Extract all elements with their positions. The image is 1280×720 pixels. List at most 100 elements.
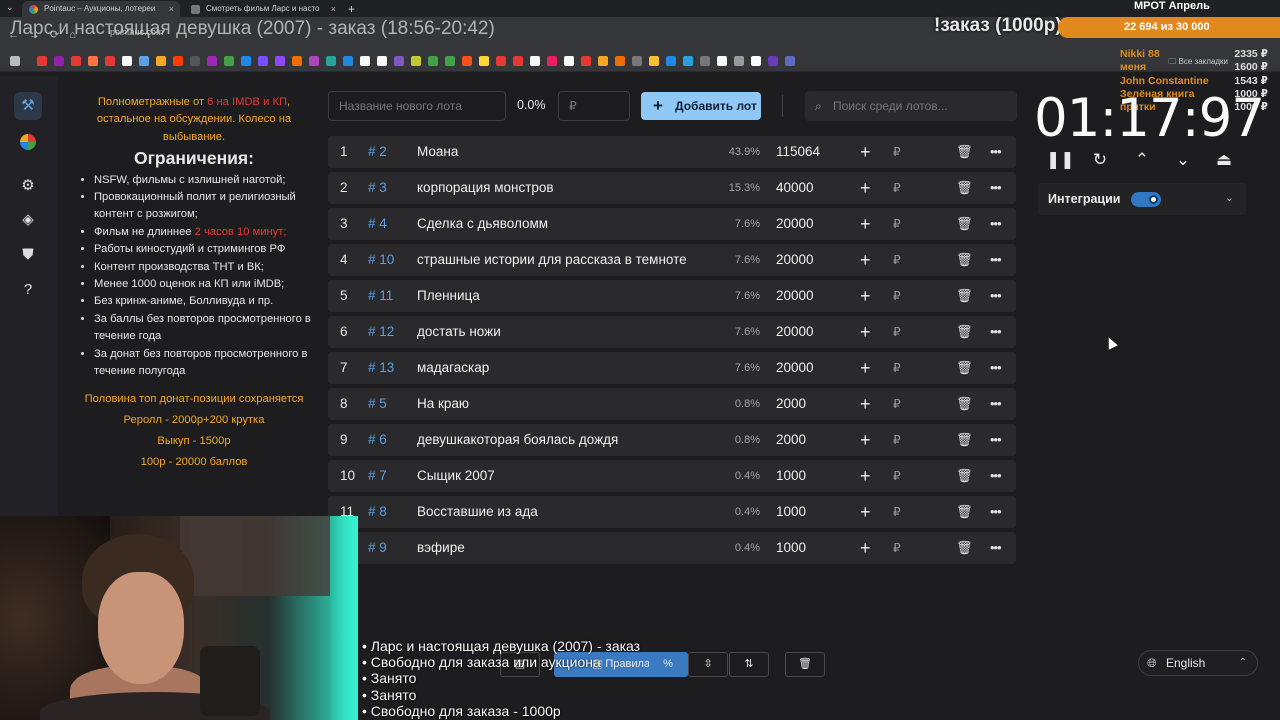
add-amount-button[interactable]: + [860, 532, 871, 564]
lot-name[interactable]: Моана [417, 136, 458, 168]
lot-name[interactable]: Сделка с дьяволомм [417, 208, 548, 240]
chevron-down-icon[interactable]: ⌄ [1225, 191, 1234, 204]
bookmark-icon[interactable] [275, 56, 285, 66]
wheel-icon[interactable] [14, 128, 42, 156]
integrations-toggle[interactable] [1131, 192, 1161, 207]
lot-name[interactable]: страшные истории для рассказа в темноте [417, 244, 687, 276]
more-icon[interactable]: ••• [990, 208, 1002, 240]
bookmark-icon[interactable] [445, 56, 455, 66]
bookmark-icon[interactable] [751, 56, 761, 66]
bookmark-icon[interactable] [139, 56, 149, 66]
currency-input[interactable]: ₽ [893, 244, 901, 276]
trash-icon[interactable]: 🗑︎ [956, 316, 973, 348]
bookmark-icon[interactable] [292, 56, 302, 66]
bookmark-icon[interactable] [105, 56, 115, 66]
currency-input[interactable]: ₽ [893, 352, 901, 384]
lot-amount[interactable]: 115064 [776, 136, 820, 168]
bookmark-icon[interactable] [581, 56, 591, 66]
more-icon[interactable]: ••• [990, 496, 1002, 528]
apps-grid-icon[interactable] [10, 56, 20, 66]
bookmark-icon[interactable] [615, 56, 625, 66]
lot-row[interactable]: 4 # 10 страшные истории для рассказа в тем… [328, 244, 1016, 276]
bookmark-icon[interactable] [224, 56, 234, 66]
bookmark-icon[interactable] [496, 56, 506, 66]
lot-row[interactable]: 7 # 13 мадагаскар 7.6% 20000 + ₽ 🗑︎ ••• [328, 352, 1016, 384]
bookmark-icon[interactable] [717, 56, 727, 66]
lot-search-input[interactable]: ⌕ Поиск среди лотов... [805, 91, 1017, 121]
bookmark-icon[interactable] [37, 56, 47, 66]
chevron-up-icon[interactable]: ⌃ [1130, 150, 1154, 170]
bookmark-icon[interactable] [377, 56, 387, 66]
bookmark-icon[interactable] [666, 56, 676, 66]
chevron-down-icon[interactable]: ⌄ [1171, 150, 1195, 170]
lot-amount[interactable]: 20000 [776, 280, 814, 312]
sort-icon[interactable]: ⇅ [729, 652, 769, 677]
lot-name[interactable]: мадагаскар [417, 352, 489, 384]
eject-icon[interactable]: ⏏ [1212, 150, 1236, 170]
bookmark-icon[interactable] [785, 56, 795, 66]
language-select[interactable]: 🌐︎ English ⌃ [1138, 650, 1258, 676]
add-amount-button[interactable]: + [860, 388, 871, 420]
tab-movie[interactable]: Смотреть фильм Ларс и насто × [184, 1, 342, 17]
close-tab-icon[interactable]: × [331, 1, 336, 17]
bookmark-icon[interactable] [88, 56, 98, 66]
more-icon[interactable]: ••• [990, 136, 1002, 168]
integrations-panel[interactable]: Интеграции ⌄ [1038, 183, 1246, 215]
currency-input[interactable]: ₽ [893, 136, 901, 168]
lot-row[interactable]: 10 # 7 Сыщик 2007 0.4% 1000 + ₽ 🗑︎ ••• [328, 460, 1016, 492]
trash-icon[interactable]: 🗑︎ [956, 208, 973, 240]
bookmark-icon[interactable] [122, 56, 132, 66]
more-icon[interactable]: ••• [990, 316, 1002, 348]
lot-amount[interactable]: 20000 [776, 316, 814, 348]
trash-icon[interactable]: 🗑︎ [956, 424, 973, 456]
bookmark-icon[interactable] [309, 56, 319, 66]
bookmark-icon[interactable] [513, 56, 523, 66]
lot-amount[interactable]: 2000 [776, 388, 806, 420]
bookmark-icon[interactable] [530, 56, 540, 66]
more-icon[interactable]: ••• [990, 352, 1002, 384]
currency-input[interactable]: ₽ [893, 208, 901, 240]
add-amount-button[interactable]: + [860, 172, 871, 204]
lot-name[interactable]: На краю [417, 388, 469, 420]
add-amount-button[interactable]: + [860, 460, 871, 492]
tab-menu-icon[interactable]: ⌄ [6, 2, 14, 13]
close-tab-icon[interactable]: × [169, 1, 174, 17]
more-icon[interactable]: ••• [990, 532, 1002, 564]
add-amount-button[interactable]: + [860, 316, 871, 348]
lot-amount[interactable]: 1000 [776, 460, 806, 492]
bookmark-icon[interactable] [411, 56, 421, 66]
more-icon[interactable]: ••• [990, 244, 1002, 276]
bookmark-icon[interactable] [173, 56, 183, 66]
trash-icon[interactable]: 🗑︎ [956, 280, 973, 312]
trash-icon[interactable]: 🗑︎ [956, 136, 973, 168]
bookmark-icon[interactable] [683, 56, 693, 66]
lot-name[interactable]: Восставшие из ада [417, 496, 538, 528]
new-tab-button[interactable]: + [344, 1, 360, 17]
lot-amount[interactable]: 40000 [776, 172, 814, 204]
lot-amount[interactable]: 20000 [776, 352, 814, 384]
bookmark-icon[interactable] [207, 56, 217, 66]
add-amount-button[interactable]: + [860, 496, 871, 528]
bookmark-icon[interactable] [768, 56, 778, 66]
bookmark-icon[interactable] [547, 56, 557, 66]
currency-input[interactable]: ₽ [893, 316, 901, 348]
bookmark-icon[interactable] [190, 56, 200, 66]
clear-all-icon[interactable]: 🗑 [785, 652, 825, 677]
bookmark-icon[interactable] [598, 56, 608, 66]
trash-icon[interactable]: 🗑︎ [956, 496, 973, 528]
pause-icon[interactable]: ❚❚ [1046, 150, 1075, 170]
more-icon[interactable]: ••• [990, 460, 1002, 492]
lot-name[interactable]: Пленница [417, 280, 480, 312]
lot-amount[interactable]: 1000 [776, 496, 806, 528]
lot-name[interactable]: достать ножи [417, 316, 501, 348]
help-icon[interactable]: ? [14, 276, 42, 304]
lot-name[interactable]: Сыщик 2007 [417, 460, 495, 492]
currency-input[interactable]: ₽ [893, 460, 901, 492]
bookmark-icon[interactable] [428, 56, 438, 66]
new-lot-name-input[interactable]: Название нового лота [328, 91, 506, 121]
bookmark-icon[interactable] [394, 56, 404, 66]
bookmark-icon[interactable] [479, 56, 489, 66]
auction-gavel-icon[interactable]: ⚒ [14, 92, 42, 120]
bookmark-icon[interactable] [343, 56, 353, 66]
add-amount-button[interactable]: + [860, 280, 871, 312]
